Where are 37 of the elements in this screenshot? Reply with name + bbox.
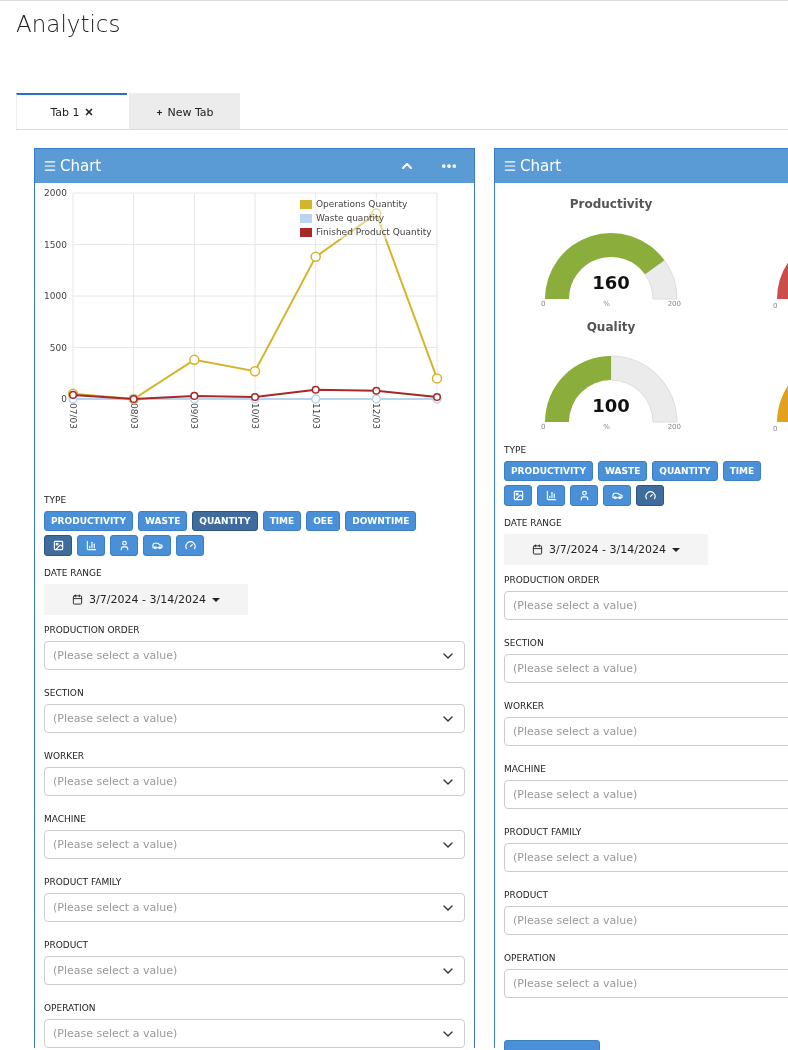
axis-tick-label: 1000 (44, 291, 67, 301)
field-label: TYPE (44, 495, 68, 505)
field-label: WORKER (44, 751, 86, 761)
field-label: PRODUCTION ORDER (504, 575, 601, 585)
axis-tick-label: 11/03 (310, 403, 321, 429)
field-label: PRODUCT FAMILY (504, 827, 583, 837)
field-label: WORKER (504, 701, 546, 711)
axis-tick-label: 08/03 (128, 403, 139, 429)
field-label: DATE RANGE (44, 568, 103, 578)
legend-label: Operations Quantity (316, 199, 408, 209)
field-label: OPERATION (44, 1003, 97, 1013)
field-label: PRODUCT FAMILY (44, 877, 123, 887)
field-label: SECTION (504, 638, 545, 648)
axis-tick-label: 12/03 (371, 403, 382, 429)
field-label: SECTION (44, 688, 85, 698)
field-label: PRODUCTION ORDER (44, 625, 141, 635)
axis-tick-label: 0 (61, 394, 67, 404)
gauge-title: Quality (586, 320, 636, 336)
panel-title: Chart (60, 157, 103, 175)
page-title: Analytics (15, 10, 122, 39)
field-label: DATE RANGE (504, 518, 563, 528)
axis-tick-label: 10/03 (250, 403, 260, 429)
gauge-value: 100 (592, 395, 630, 418)
field-label: PRODUCT (44, 940, 90, 950)
field-label: TYPE (504, 445, 528, 455)
axis-tick-label: 500 (49, 342, 67, 353)
gauge-value: 160 (592, 272, 630, 295)
field-label: OPERATION (504, 953, 557, 963)
field-label: MACHINE (44, 814, 87, 824)
field-label: PRODUCT (504, 890, 550, 900)
gauge-title: Productivity (569, 197, 653, 213)
axis-tick-label: 07/03 (68, 403, 78, 429)
axis-tick-label: 2000 (44, 188, 67, 198)
axis-tick-label: 09/03 (189, 403, 200, 429)
panel-title: Chart (520, 157, 563, 175)
field-label: MACHINE (504, 764, 547, 774)
axis-tick-label: 1500 (44, 239, 67, 250)
